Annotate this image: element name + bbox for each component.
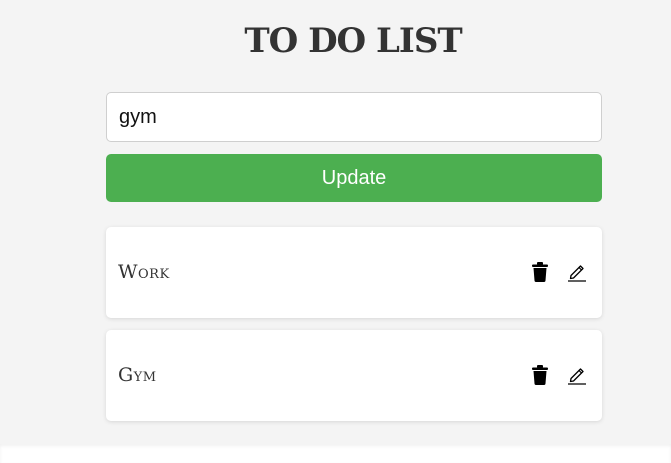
todo-text: Work bbox=[118, 261, 170, 283]
update-button[interactable]: Update bbox=[106, 154, 602, 202]
trash-icon bbox=[532, 262, 548, 282]
todo-list: Work Gym bbox=[106, 227, 602, 433]
task-input[interactable] bbox=[106, 92, 602, 142]
page-footer-strip bbox=[0, 444, 671, 463]
todo-item: Gym bbox=[106, 330, 602, 421]
pencil-icon bbox=[568, 265, 586, 282]
todo-item: Work bbox=[106, 227, 602, 318]
edit-button[interactable] bbox=[565, 363, 589, 387]
trash-icon bbox=[532, 365, 548, 385]
page-title: TO DO LIST bbox=[244, 21, 462, 61]
app-container: TO DO LIST Update Work Gym bbox=[0, 0, 671, 444]
todo-text: Gym bbox=[118, 364, 157, 386]
delete-button[interactable] bbox=[528, 363, 552, 387]
delete-button[interactable] bbox=[528, 260, 552, 284]
edit-button[interactable] bbox=[565, 260, 589, 284]
pencil-icon bbox=[568, 368, 586, 385]
